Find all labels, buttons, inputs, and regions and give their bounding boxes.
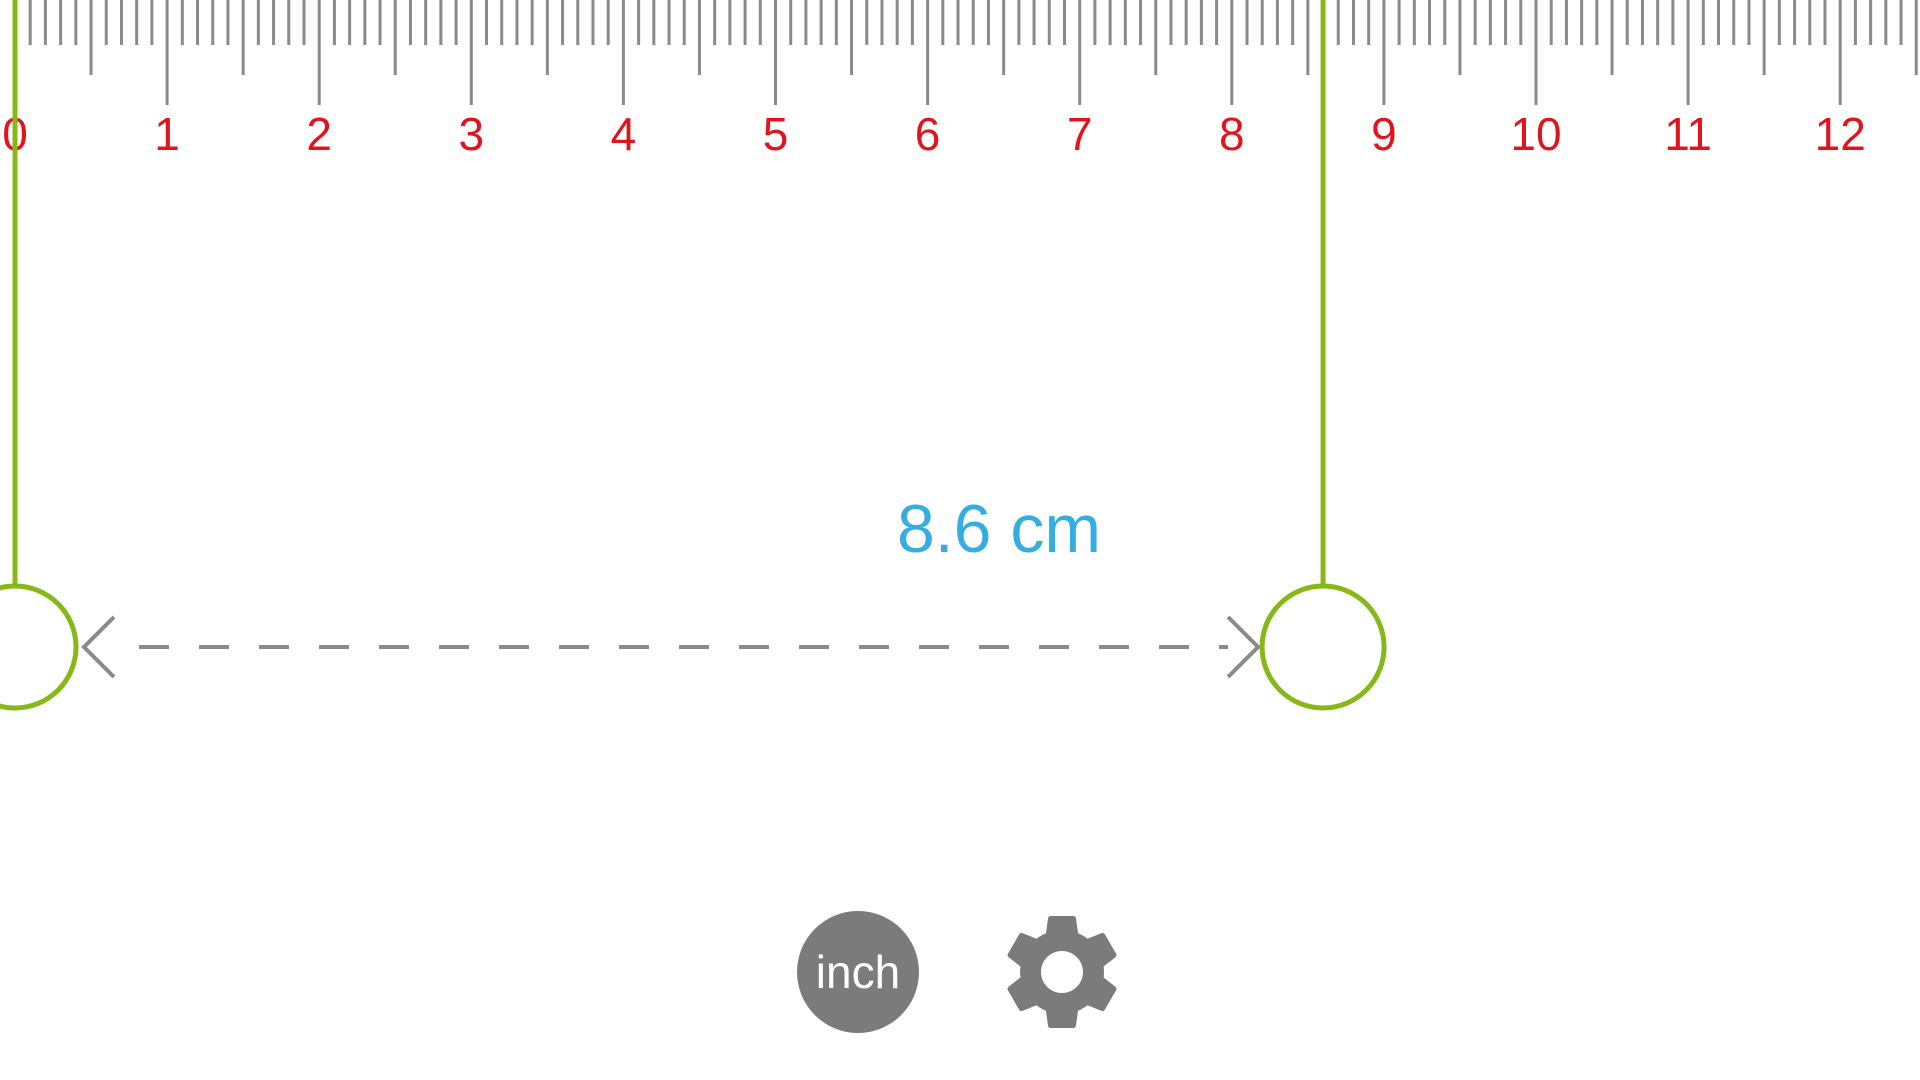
ruler-label: 11 — [1664, 108, 1712, 160]
dimension-arrow — [81, 615, 1261, 679]
ruler-label: 3 — [459, 108, 485, 160]
ruler-labels: 0123456789101112 — [2, 108, 1866, 160]
markers[interactable] — [0, 0, 1387, 711]
unit-toggle-button[interactable]: inch — [797, 911, 919, 1033]
ruler-label: 4 — [611, 108, 637, 160]
measurement-readout: 8.6 cm — [896, 491, 1102, 567]
ruler-label: 8 — [1219, 108, 1245, 160]
ruler-label: 5 — [763, 108, 789, 160]
ruler-label: 1 — [154, 108, 180, 160]
gear-icon — [1007, 916, 1117, 1028]
end-marker-handle[interactable] — [1259, 583, 1387, 711]
ruler-label: 9 — [1371, 108, 1397, 160]
ruler-label: 12 — [1815, 108, 1866, 160]
ruler-label: 7 — [1067, 108, 1093, 160]
ruler-label: 10 — [1510, 108, 1561, 160]
settings-button[interactable] — [992, 902, 1132, 1042]
ruler-ticks — [13, 0, 1918, 105]
arrow-right-icon — [1226, 615, 1261, 679]
ruler-label: 6 — [915, 108, 941, 160]
start-marker-handle[interactable] — [0, 583, 79, 711]
ruler-label: 2 — [306, 108, 332, 160]
arrow-left-icon — [81, 615, 116, 679]
